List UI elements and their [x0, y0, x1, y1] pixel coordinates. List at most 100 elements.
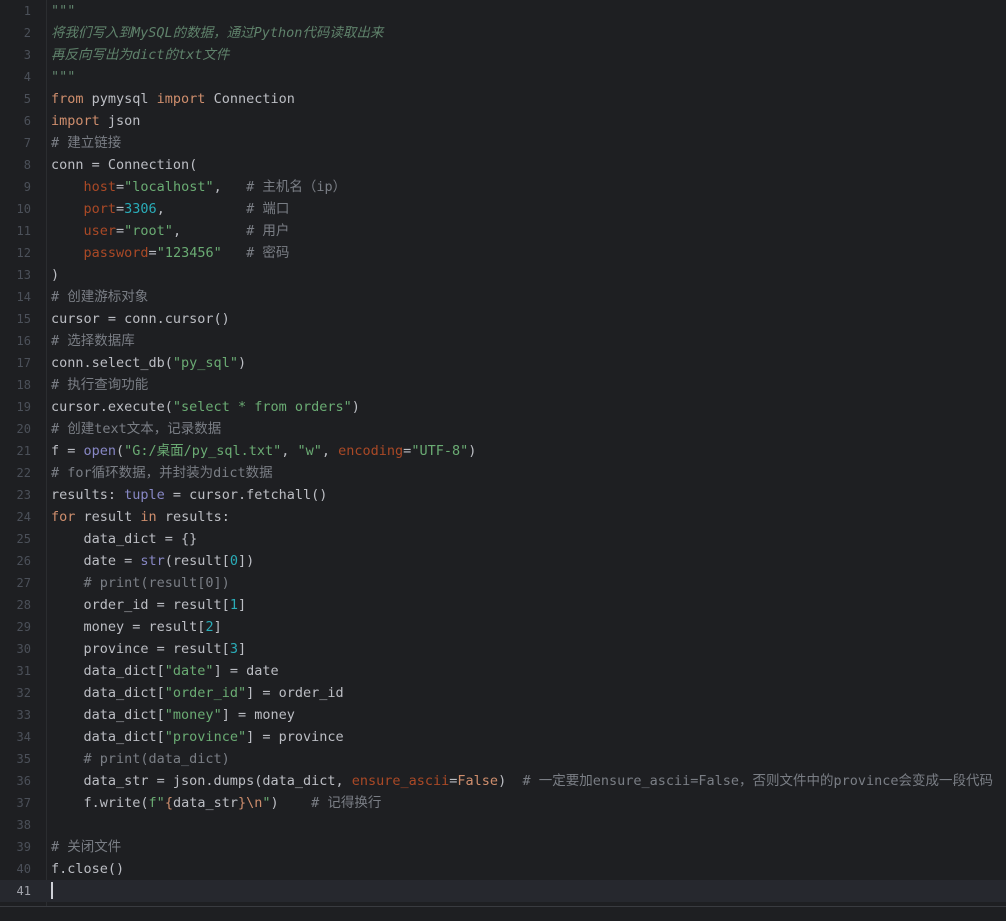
- code-token: results:: [51, 487, 125, 503]
- code-text[interactable]: data_dict["order_id"] = order_id: [51, 682, 344, 704]
- code-text[interactable]: from pymysql import Connection: [51, 88, 295, 110]
- code-line[interactable]: 22 # for循环数据，并封装为dict数据: [0, 462, 1006, 484]
- code-text[interactable]: province = result[3]: [51, 638, 247, 660]
- code-line[interactable]: 15 cursor = conn.cursor(): [0, 308, 1006, 330]
- code-text[interactable]: password="123456" # 密码: [51, 242, 290, 264]
- code-line[interactable]: 32 data_dict["order_id"] = order_id: [0, 682, 1006, 704]
- code-text[interactable]: data_dict = {}: [51, 528, 198, 550]
- code-line[interactable]: 37 f.write(f"{data_str}\n") # 记得换行: [0, 792, 1006, 814]
- code-text[interactable]: 将我们写入到MySQL的数据，通过Python代码读取出来: [51, 22, 383, 44]
- code-line[interactable]: 16 # 选择数据库: [0, 330, 1006, 352]
- code-line[interactable]: 33 data_dict["money"] = money: [0, 704, 1006, 726]
- code-line[interactable]: 9 host="localhost", # 主机名（ip）: [0, 176, 1006, 198]
- code-line[interactable]: 5 from pymysql import Connection: [0, 88, 1006, 110]
- code-line[interactable]: 11 user="root", # 用户: [0, 220, 1006, 242]
- code-token: # for循环数据，并封装为dict数据: [51, 465, 273, 481]
- line-number: 5: [23, 92, 31, 106]
- code-text[interactable]: f.close(): [51, 858, 124, 880]
- code-text[interactable]: host="localhost", # 主机名（ip）: [51, 176, 347, 198]
- code-line[interactable]: 29 money = result[2]: [0, 616, 1006, 638]
- code-text[interactable]: ): [51, 264, 59, 286]
- code-token: """: [51, 3, 76, 19]
- code-line[interactable]: 31 data_dict["date"] = date: [0, 660, 1006, 682]
- code-text[interactable]: conn = Connection(: [51, 154, 197, 176]
- code-line[interactable]: 18 # 执行查询功能: [0, 374, 1006, 396]
- code-text[interactable]: """: [51, 0, 75, 22]
- code-line[interactable]: 14 # 创建游标对象: [0, 286, 1006, 308]
- code-text[interactable]: cursor.execute("select * from orders"): [51, 396, 360, 418]
- code-line[interactable]: 3 再反向写出为dict的txt文件: [0, 44, 1006, 66]
- code-line[interactable]: 25 data_dict = {}: [0, 528, 1006, 550]
- code-text[interactable]: user="root", # 用户: [51, 220, 290, 242]
- code-text[interactable]: # 关闭文件: [51, 836, 121, 858]
- code-text[interactable]: for result in results:: [51, 506, 230, 528]
- code-token: (: [116, 443, 125, 459]
- code-text[interactable]: [51, 880, 53, 902]
- code-line[interactable]: 28 order_id = result[1]: [0, 594, 1006, 616]
- code-line[interactable]: 7 # 建立链接: [0, 132, 1006, 154]
- code-text[interactable]: # for循环数据，并封装为dict数据: [51, 462, 273, 484]
- code-line[interactable]: 8 conn = Connection(: [0, 154, 1006, 176]
- code-text[interactable]: date = str(result[0]): [51, 550, 255, 572]
- code-line[interactable]: 21 f = open("G:/桌面/py_sql.txt", "w", enco…: [0, 440, 1006, 462]
- line-number: 20: [16, 422, 31, 436]
- code-line[interactable]: 20 # 创建text文本，记录数据: [0, 418, 1006, 440]
- code-line[interactable]: 35 # print(data_dict): [0, 748, 1006, 770]
- code-text[interactable]: port=3306, # 端口: [51, 198, 290, 220]
- line-number: 2: [23, 26, 31, 40]
- code-line[interactable]: 13): [0, 264, 1006, 286]
- code-line[interactable]: 19 cursor.execute("select * from orders"): [0, 396, 1006, 418]
- code-text[interactable]: """: [51, 66, 75, 88]
- code-text[interactable]: conn.select_db("py_sql"): [51, 352, 246, 374]
- code-line[interactable]: 4 """: [0, 66, 1006, 88]
- code-token: data_dict = {}: [51, 531, 198, 547]
- code-line[interactable]: 2 将我们写入到MySQL的数据，通过Python代码读取出来: [0, 22, 1006, 44]
- code-line[interactable]: 41: [0, 880, 1006, 902]
- code-line[interactable]: 27 # print(result[0]): [0, 572, 1006, 594]
- code-line[interactable]: 23 results: tuple = cursor.fetchall(): [0, 484, 1006, 506]
- line-number: 27: [16, 576, 31, 590]
- code-line[interactable]: 1 """: [0, 0, 1006, 22]
- code-text[interactable]: order_id = result[1]: [51, 594, 247, 616]
- code-text[interactable]: # 执行查询功能: [51, 374, 148, 396]
- code-text[interactable]: data_str = json.dumps(data_dict, ensure_…: [51, 770, 994, 792]
- code-text[interactable]: # 选择数据库: [51, 330, 135, 352]
- code-line[interactable]: 10 port=3306, # 端口: [0, 198, 1006, 220]
- code-token: password: [83, 245, 149, 261]
- code-token: import: [51, 113, 100, 129]
- code-line[interactable]: 38: [0, 814, 1006, 836]
- code-text[interactable]: data_dict["money"] = money: [51, 704, 295, 726]
- code-line[interactable]: 12 password="123456" # 密码: [0, 242, 1006, 264]
- code-token: date =: [51, 553, 141, 569]
- code-line[interactable]: 40 f.close(): [0, 858, 1006, 880]
- code-text[interactable]: import json: [51, 110, 140, 132]
- code-text[interactable]: # 创建text文本，记录数据: [51, 418, 221, 440]
- code-line[interactable]: 30 province = result[3]: [0, 638, 1006, 660]
- code-token: data_str: [172, 795, 238, 811]
- code-token: # 关闭文件: [51, 839, 122, 855]
- code-text[interactable]: f = open("G:/桌面/py_sql.txt", "w", encodi…: [51, 440, 476, 462]
- line-number: 39: [16, 840, 31, 854]
- code-line[interactable]: 39 # 关闭文件: [0, 836, 1006, 858]
- code-editor[interactable]: 1 """ 2 将我们写入到MySQL的数据，通过Python代码读取出来 3 再反向写出…: [0, 0, 1006, 921]
- code-line[interactable]: 6 import json: [0, 110, 1006, 132]
- code-line[interactable]: 36 data_str = json.dumps(data_dict, ensu…: [0, 770, 1006, 792]
- code-text[interactable]: # 建立链接: [51, 132, 121, 154]
- code-text[interactable]: results: tuple = cursor.fetchall(): [51, 484, 327, 506]
- code-text[interactable]: # 创建游标对象: [51, 286, 148, 308]
- code-line[interactable]: 17 conn.select_db("py_sql"): [0, 352, 1006, 374]
- code-line[interactable]: 34 data_dict["province"] = province: [0, 726, 1006, 748]
- code-text[interactable]: data_dict["province"] = province: [51, 726, 344, 748]
- code-text[interactable]: cursor = conn.cursor(): [51, 308, 230, 330]
- code-text[interactable]: money = result[2]: [51, 616, 222, 638]
- code-text[interactable]: # print(result[0]): [51, 572, 230, 594]
- code-token: province = result[: [51, 641, 230, 657]
- code-token: =: [116, 223, 125, 239]
- line-number: 37: [16, 796, 31, 810]
- code-text[interactable]: data_dict["date"] = date: [51, 660, 279, 682]
- code-line[interactable]: 26 date = str(result[0]): [0, 550, 1006, 572]
- code-text[interactable]: # print(data_dict): [51, 748, 230, 770]
- code-text[interactable]: f.write(f"{data_str}\n") # 记得换行: [51, 792, 382, 814]
- code-line[interactable]: 24 for result in results:: [0, 506, 1006, 528]
- code-text[interactable]: 再反向写出为dict的txt文件: [51, 44, 229, 66]
